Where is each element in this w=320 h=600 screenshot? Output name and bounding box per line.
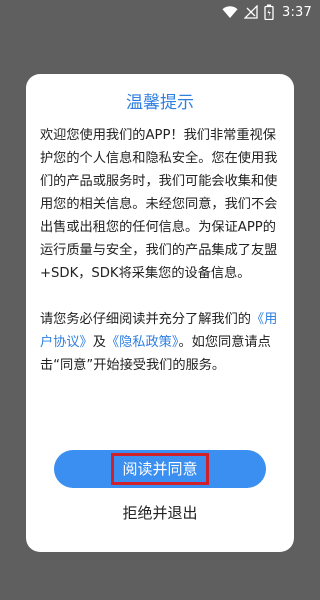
dialog-title: 温馨提示 [126,93,194,113]
agree-button[interactable]: 阅读并同意 [54,450,266,488]
agree-button-label: 阅读并同意 [111,453,209,485]
wifi-icon [222,5,238,19]
status-time: 3:37 [282,4,312,20]
privacy-dialog: 温馨提示 欢迎您使用我们的APP！我们非常重视保护您的个人信息和隐私安全。您在使… [26,74,294,552]
consent-and: 及 [92,335,106,350]
consent-prefix: 请您务必仔细阅读并充分了解我们的 [40,312,251,327]
intro-paragraph: 欢迎您使用我们的APP！我们非常重视保护您的个人信息和隐私安全。您在使用我们的产… [40,128,278,281]
status-bar: 3:37 [0,0,320,24]
consent-paragraph: 请您务必仔细阅读并充分了解我们的《用户协议》及《隐私政策》。如您同意请点击“同意… [40,308,282,377]
status-icons: 3:37 [222,0,312,24]
battery-icon [264,4,274,20]
dialog-body: 欢迎您使用我们的APP！我们非常重视保护您的个人信息和隐私安全。您在使用我们的产… [40,124,282,377]
signal-icon [244,5,258,19]
privacy-policy-link[interactable]: 《隐私政策》 [106,335,179,350]
reject-button[interactable]: 拒绝并退出 [26,502,294,523]
